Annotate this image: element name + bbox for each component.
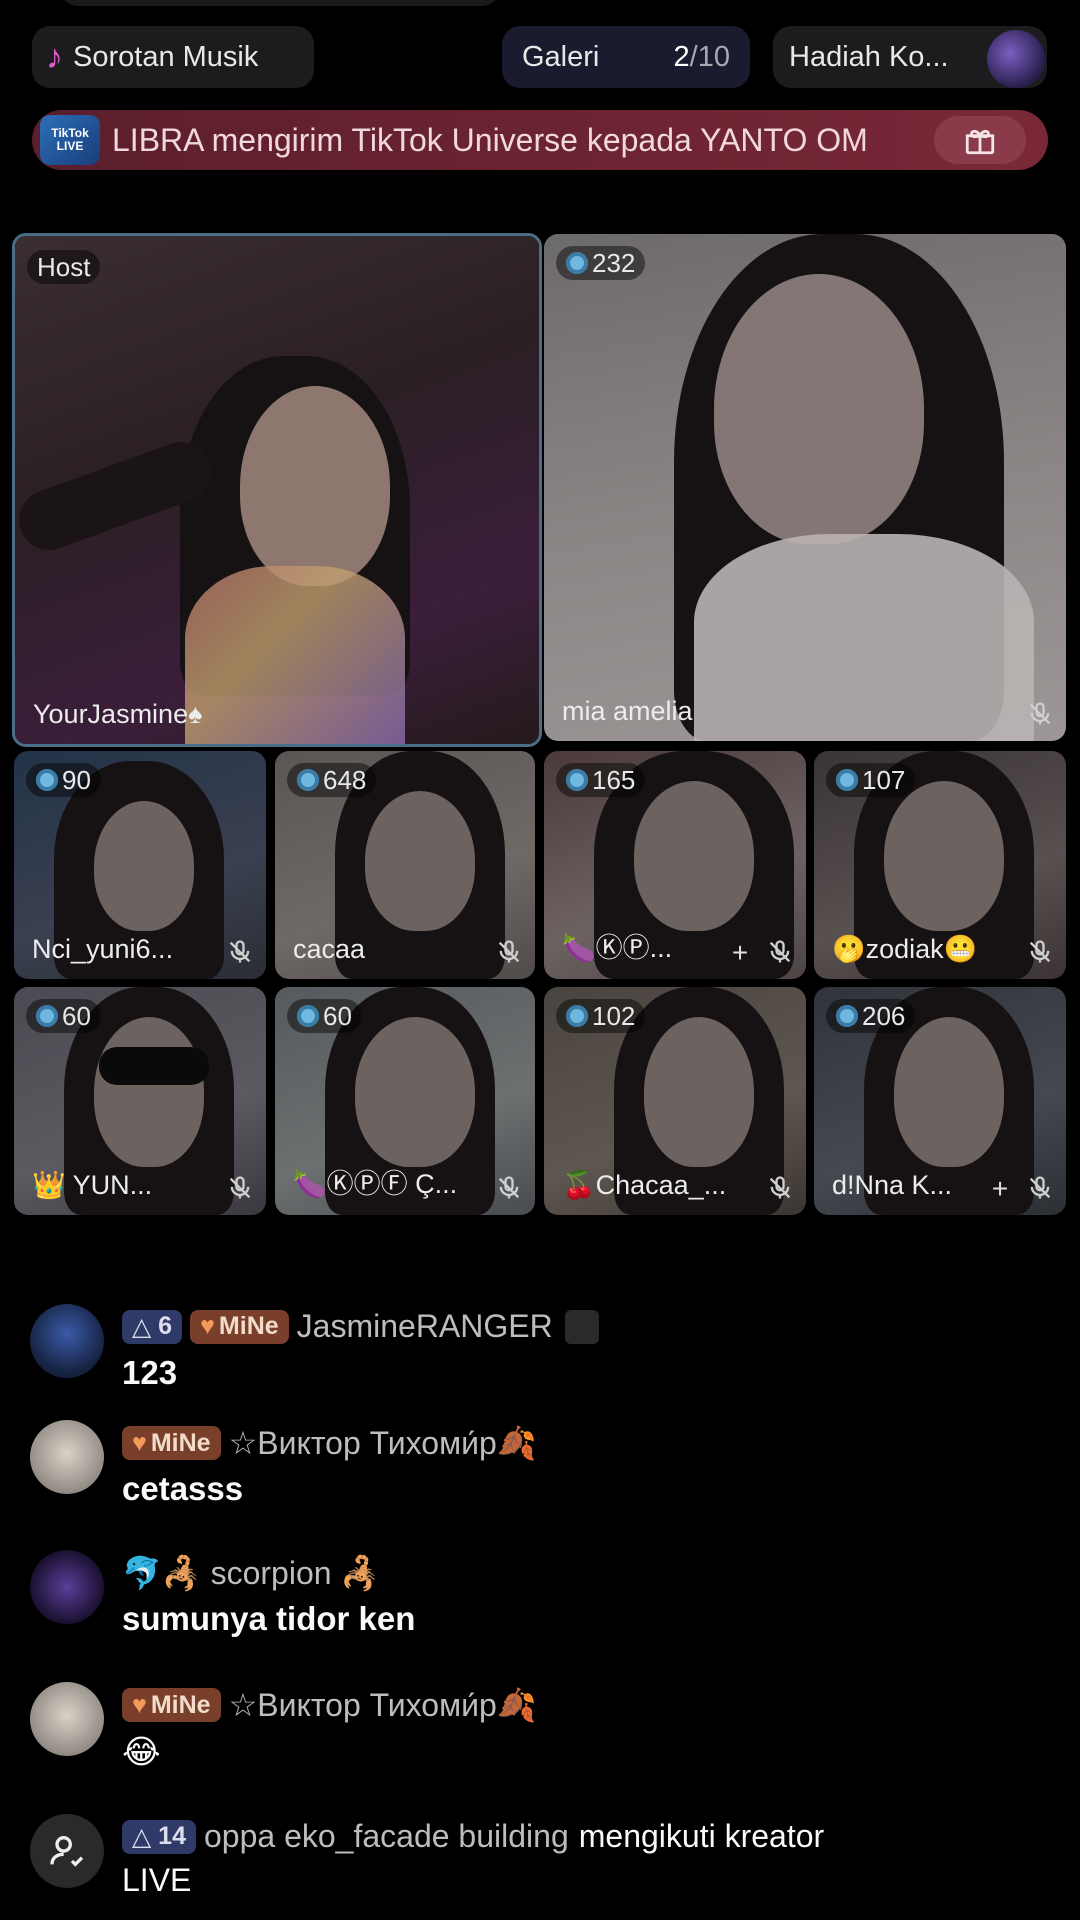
comment-text: cetasss — [122, 1470, 244, 1507]
guest-score-badge: 232 — [556, 246, 646, 280]
guest-tile[interactable]: 648 cacaa — [275, 751, 535, 979]
host-name: YourJasmine♠ — [33, 699, 203, 729]
follow-live: LIVE — [122, 1862, 192, 1898]
guest-score-badge: 206 — [826, 999, 916, 1033]
mic-muted-icon — [769, 940, 791, 963]
guest-score-badge: 107 — [826, 763, 916, 797]
guest-tile-main[interactable]: 232 mia amelia — [544, 234, 1066, 741]
gift-icon[interactable] — [934, 116, 1026, 164]
guest-name: cacaa — [293, 934, 366, 964]
guest-name: 🍒Chacaa_... — [562, 1170, 727, 1200]
comment-header: ♥ MiNe ☆Виктор Тихоми́р🍂 — [122, 1686, 537, 1724]
guest-score-badge: 102 — [556, 999, 646, 1033]
guest-score-badge: 60 — [287, 999, 362, 1033]
music-label: Sorotan Musik — [73, 40, 259, 73]
guest-name: 🍆ⓀⓅ... — [562, 933, 673, 963]
comment-username[interactable]: 🐬🦂 scorpion 🦂 — [122, 1554, 380, 1592]
guest-tile[interactable]: 60 🍆ⓀⓅⒻ Ç... — [275, 987, 535, 1215]
comment-text: sumunya tidor ken — [122, 1600, 416, 1637]
guest-name: mia amelia — [562, 696, 693, 726]
guest-name: 🫢zodiak😬 — [832, 934, 978, 964]
comment-text: 123 — [122, 1354, 178, 1391]
mic-muted-icon — [1029, 702, 1051, 725]
guest-score-badge: 90 — [26, 763, 101, 797]
guest-score-badge: 648 — [287, 763, 377, 797]
guest-name: 👑 YUN... — [32, 1170, 153, 1200]
comment-username[interactable]: ☆Виктор Тихоми́р🍂 — [229, 1424, 537, 1462]
gem-icon — [566, 1005, 588, 1027]
comment-header: 🐬🦂 scorpion 🦂 — [122, 1554, 380, 1592]
avatar[interactable] — [30, 1304, 104, 1378]
level-badge: △ 6 — [122, 1309, 183, 1344]
guest-name: Nci_yuni6... — [32, 934, 174, 964]
guest-tile[interactable]: 206 d!Nna K... + — [814, 987, 1066, 1215]
comment-item[interactable]: ♥ MiNe ☆Виктор Тихоми́р🍂 cetasss — [30, 1420, 1050, 1510]
mic-muted-icon — [1029, 1176, 1051, 1199]
fan-badge: ♥ MiNe — [122, 1688, 221, 1722]
gift-ranking-button[interactable]: Hadiah Ko... — [773, 26, 1047, 88]
gallery-count: 2/10 — [673, 40, 730, 73]
host-tile[interactable]: Host YourJasmine♠ — [12, 233, 542, 747]
gift-avatar — [987, 30, 1045, 88]
avatar[interactable] — [30, 1420, 104, 1494]
guest-name: d!Nna K... — [832, 1170, 953, 1200]
host-badge: Host — [27, 250, 101, 284]
gem-icon — [36, 769, 58, 791]
gift-announcement-banner[interactable]: TikTok LIVE LIBRA mengirim TikTok Univer… — [32, 110, 1048, 170]
banner-text: LIBRA mengirim TikTok Universe kepada YA… — [112, 121, 868, 158]
comment-item[interactable]: 🐬🦂 scorpion 🦂 sumunya tidor ken — [30, 1550, 1050, 1640]
mic-muted-icon — [229, 1176, 251, 1199]
fan-badge: ♥ MiNe — [190, 1309, 289, 1344]
follow-action: mengikuti kreator — [578, 1818, 825, 1854]
comment-username[interactable]: ☆Виктор Тихоми́р🍂 — [229, 1686, 537, 1724]
mic-muted-icon — [498, 940, 520, 963]
add-friend-icon[interactable]: + — [728, 939, 752, 967]
music-note-icon: ♪ — [46, 37, 63, 76]
gem-icon — [836, 769, 858, 791]
gem-icon — [836, 1005, 858, 1027]
comment-username[interactable]: JasmineRANGER — [297, 1308, 553, 1345]
mic-muted-icon — [498, 1176, 520, 1199]
follow-username[interactable]: oppa eko_facade building — [204, 1818, 569, 1855]
level-badge: △ 14 — [122, 1819, 196, 1854]
avatar[interactable] — [30, 1550, 104, 1624]
gem-icon — [297, 1005, 319, 1027]
follow-user-icon — [30, 1814, 104, 1888]
music-highlight-button[interactable]: ♪ Sorotan Musik — [32, 26, 314, 88]
comment-text: 😂 — [122, 1733, 161, 1770]
guest-score-badge: 165 — [556, 763, 646, 797]
mic-muted-icon — [229, 940, 251, 963]
gem-icon — [566, 769, 588, 791]
comment-item[interactable]: ♥ MiNe ☆Виктор Тихоми́р🍂 😂 — [30, 1682, 1050, 1772]
tiktok-live-logo: TikTok LIVE — [40, 115, 100, 165]
mic-muted-icon — [1029, 940, 1051, 963]
comment-header: △ 6 ♥ MiNe JasmineRANGER — [122, 1308, 599, 1345]
mic-muted-icon — [769, 1176, 791, 1199]
comment-item[interactable]: △ 6 ♥ MiNe JasmineRANGER 123 — [30, 1304, 1050, 1394]
guest-tile[interactable]: 60 👑 YUN... — [14, 987, 266, 1215]
follow-header: △ 14 oppa eko_facade building mengikuti … — [122, 1818, 824, 1855]
gem-icon — [297, 769, 319, 791]
gem-icon — [36, 1005, 58, 1027]
guest-name: 🍆ⓀⓅⒻ Ç... — [293, 1169, 458, 1199]
moderator-icon — [564, 1309, 599, 1344]
gift-label: Hadiah Ko... — [789, 40, 949, 73]
comment-header: ♥ MiNe ☆Виктор Тихоми́р🍂 — [122, 1424, 537, 1462]
guest-tile[interactable]: 165 🍆ⓀⓅ... + — [544, 751, 806, 979]
guest-score-badge: 60 — [26, 999, 101, 1033]
gallery-label: Galeri — [522, 40, 600, 73]
top-stub — [0, 0, 1080, 10]
gem-icon — [566, 252, 588, 274]
guest-tile[interactable]: 102 🍒Chacaa_... — [544, 987, 806, 1215]
add-friend-icon[interactable]: + — [988, 1175, 1012, 1203]
gallery-button[interactable]: Galeri 2/10 — [502, 26, 750, 88]
guest-tile[interactable]: 107 🫢zodiak😬 — [814, 751, 1066, 979]
avatar[interactable] — [30, 1682, 104, 1756]
fan-badge: ♥ MiNe — [122, 1426, 221, 1460]
follow-notice: △ 14 oppa eko_facade building mengikuti … — [30, 1814, 1050, 1914]
guest-tile[interactable]: 90 Nci_yuni6... — [14, 751, 266, 979]
